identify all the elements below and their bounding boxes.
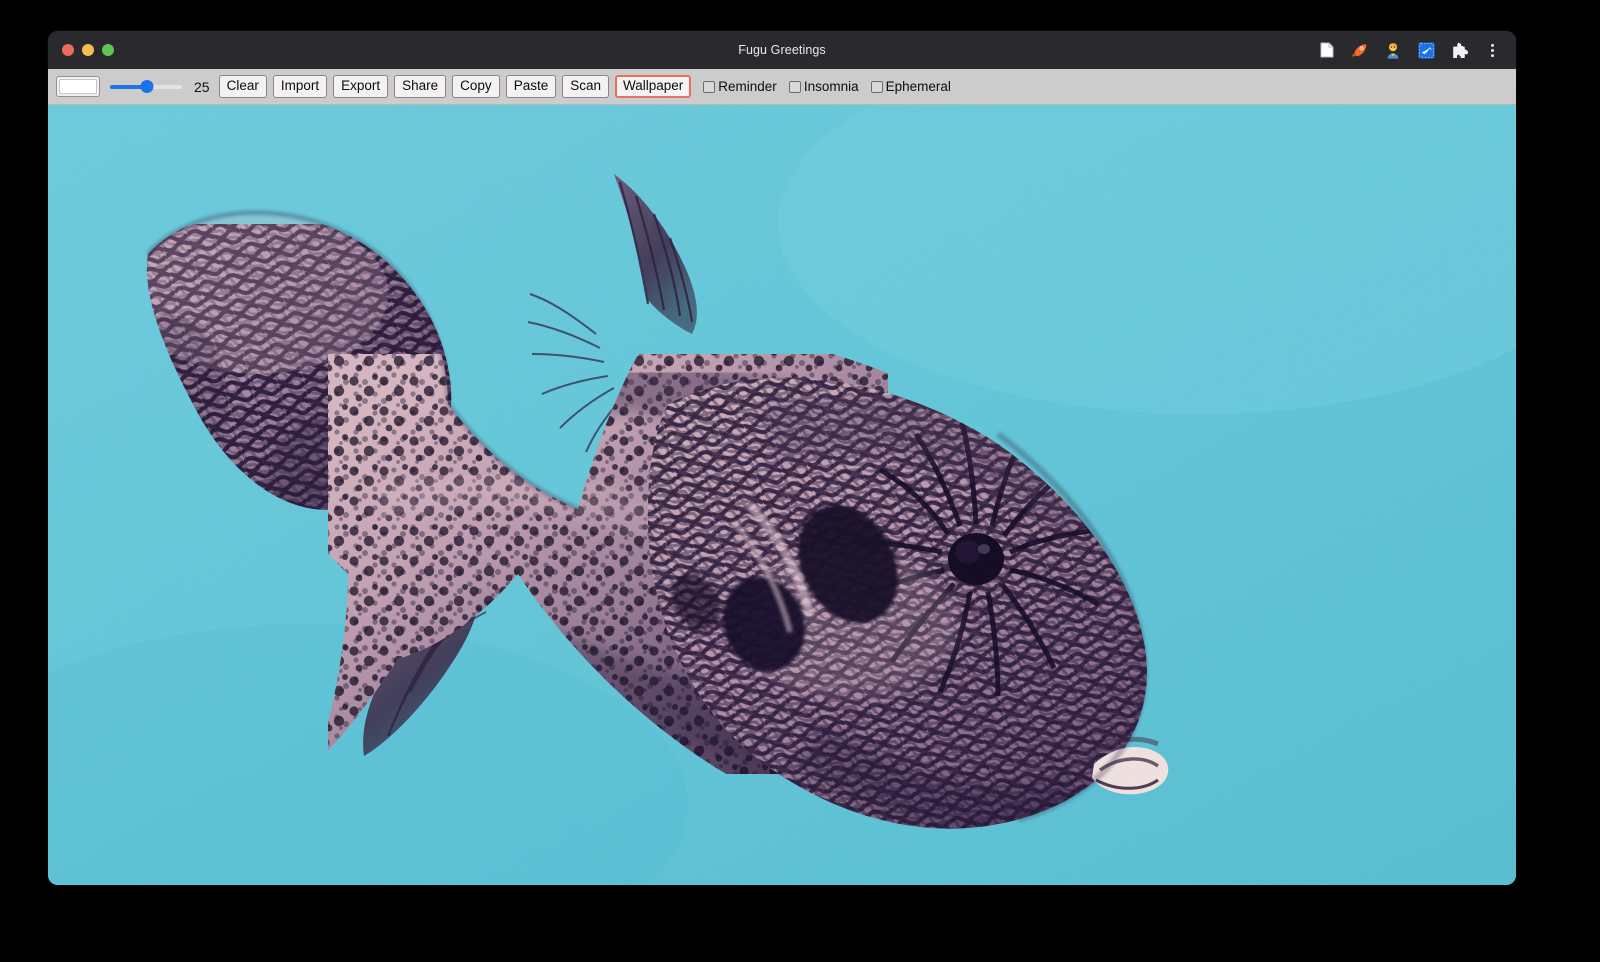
extensions-puzzle-icon[interactable] [1449,40,1469,60]
drawing-canvas[interactable] [48,105,1516,885]
page-title: Fugu Greetings [48,43,1516,57]
insomnia-checkbox-group[interactable]: Insomnia [789,79,859,94]
reminder-checkbox-group[interactable]: Reminder [703,79,777,94]
insomnia-checkbox[interactable] [789,81,801,93]
copy-button[interactable]: Copy [452,75,500,98]
toolbar: 25 Clear Import Export Share Copy Paste … [48,69,1516,105]
wallpaper-button[interactable]: Wallpaper [615,75,691,98]
overflow-menu-icon[interactable] [1482,40,1502,60]
export-button[interactable]: Export [333,75,388,98]
ephemeral-checkbox[interactable] [871,81,883,93]
import-button[interactable]: Import [273,75,327,98]
pufferfish-photo [48,105,1516,885]
close-window-button[interactable] [62,44,74,56]
clear-button[interactable]: Clear [219,75,267,98]
app-window: Fugu Greetings [48,31,1516,885]
minimize-window-button[interactable] [82,44,94,56]
maximize-window-button[interactable] [102,44,114,56]
slider-thumb[interactable] [141,80,154,93]
page-document-icon[interactable] [1317,40,1337,60]
slider-value-label: 25 [194,79,210,95]
ephemeral-checkbox-group[interactable]: Ephemeral [871,79,951,94]
paste-button[interactable]: Paste [506,75,557,98]
color-picker-swatch [59,79,97,94]
reminder-checkbox-label: Reminder [718,79,777,94]
insomnia-checkbox-label: Insomnia [804,79,859,94]
profile-avatar-icon[interactable] [1383,40,1403,60]
reminder-checkbox[interactable] [703,81,715,93]
rocket-icon[interactable] [1350,40,1370,60]
pen-size-slider[interactable] [110,77,182,97]
share-button[interactable]: Share [394,75,446,98]
ephemeral-checkbox-label: Ephemeral [886,79,951,94]
traffic-light-group [48,44,114,56]
titlebar-action-group [1317,40,1516,60]
extension-check-icon[interactable] [1416,40,1436,60]
color-picker[interactable] [56,76,100,97]
scan-button[interactable]: Scan [562,75,609,98]
title-bar: Fugu Greetings [48,31,1516,69]
